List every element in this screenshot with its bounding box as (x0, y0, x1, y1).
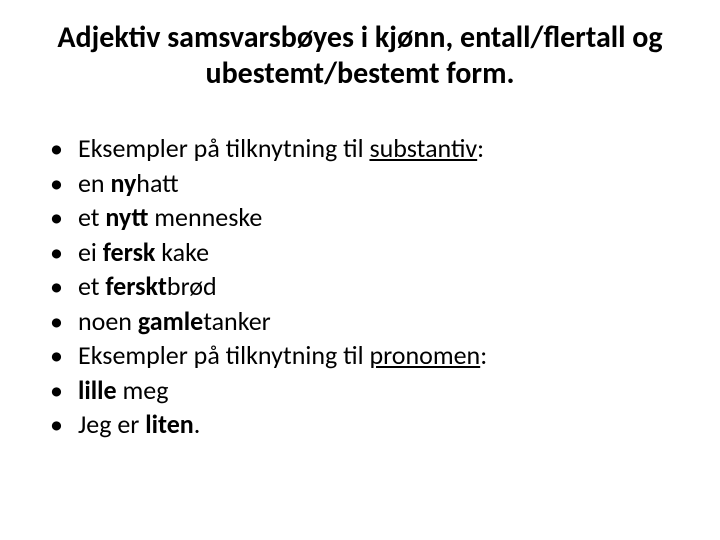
text-segment[interactable]: pronomen (369, 339, 480, 371)
text-segment: Eksempler på tilknytning til (78, 132, 369, 164)
text-segment: liten (145, 408, 194, 440)
text-segment: Eksempler på tilknytning til (78, 339, 369, 371)
slide-title: Adjektiv samsvarsbøyes i kjønn, entall/f… (40, 20, 680, 92)
text-segment: fersk (103, 236, 156, 268)
bullet-item: Jeg er liten. (50, 408, 690, 441)
text-segment[interactable]: substantiv (369, 132, 477, 164)
bullet-item: lille meg (50, 374, 690, 407)
text-segment: noen (78, 305, 138, 337)
text-segment: et (78, 270, 105, 302)
bullet-item: Eksempler på tilknytning til pronomen: (50, 339, 690, 372)
text-segment: ferskt (105, 270, 167, 302)
text-segment: meg (117, 374, 169, 406)
text-segment: menneske (148, 201, 262, 233)
bullet-item: ei fersk kake (50, 236, 690, 269)
text-segment: et (78, 201, 105, 233)
text-segment: hatt (136, 167, 178, 199)
text-segment: ny (110, 167, 136, 199)
bullet-item: noen gamletanker (50, 305, 690, 338)
text-segment: : (480, 339, 487, 371)
text-segment: tanker (203, 305, 271, 337)
text-segment: brød (167, 270, 217, 302)
text-segment: kake (155, 236, 209, 268)
text-segment: . (194, 408, 201, 440)
text-segment: gamle (138, 305, 203, 337)
text-segment: en (78, 167, 110, 199)
text-segment: Jeg er (78, 408, 145, 440)
bullet-item: et fersktbrød (50, 270, 690, 303)
bullet-item: et nytt menneske (50, 201, 690, 234)
text-segment: : (477, 132, 484, 164)
bullet-list: Eksempler på tilknytning til substantiv:… (30, 132, 690, 441)
text-segment: ei (78, 236, 103, 268)
bullet-item: en nyhatt (50, 167, 690, 200)
text-segment: nytt (105, 201, 148, 233)
bullet-item: Eksempler på tilknytning til substantiv: (50, 132, 690, 165)
text-segment: lille (78, 374, 117, 406)
